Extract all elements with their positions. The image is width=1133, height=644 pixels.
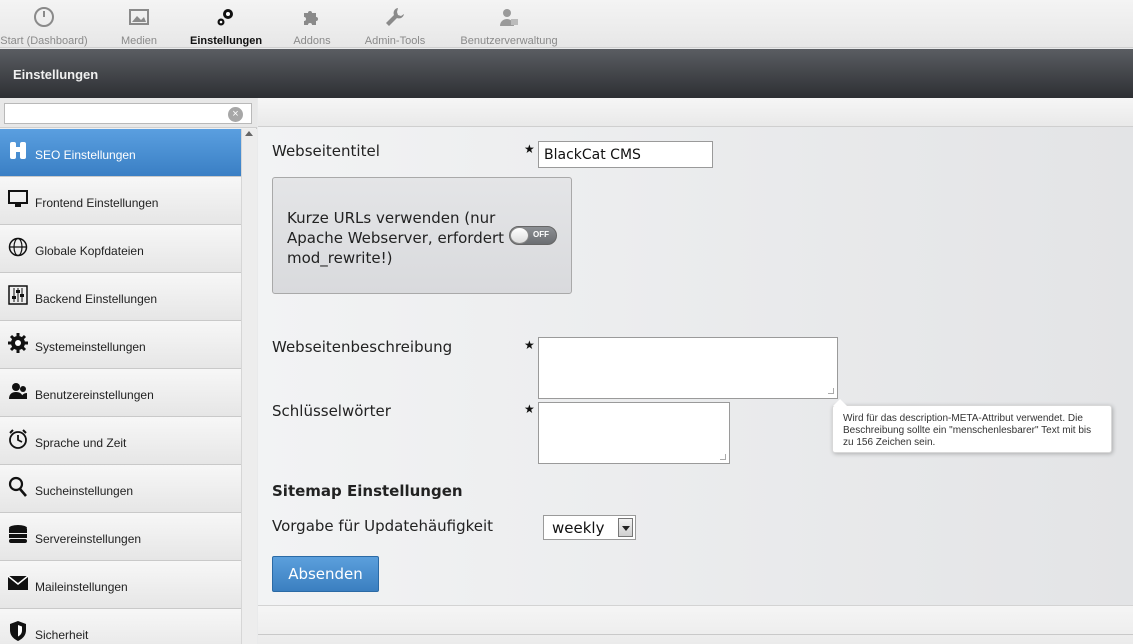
sidebar-menu: SEO Einstellungen Frontend Einstellungen… (0, 129, 241, 644)
sidebar-item-system[interactable]: Systemeinstellungen (0, 321, 241, 369)
mail-icon (7, 575, 29, 590)
top-navigation: Start (Dashboard) Medien Einstellungen A… (0, 0, 1133, 48)
globe-icon (8, 237, 28, 257)
sitemap-section-title: Sitemap Einstellungen (272, 482, 463, 500)
users-icon (500, 9, 518, 26)
sidebar-item-label: Maileinstellungen (35, 580, 128, 594)
nav-settings[interactable]: Einstellungen (190, 0, 262, 48)
users-icon (9, 383, 27, 399)
sidebar-item-label: Systemeinstellungen (35, 340, 146, 354)
chevron-down-icon (622, 526, 630, 531)
short-urls-label: Kurze URLs verwenden (nur Apache Webserv… (287, 209, 505, 267)
nav-admin-tools[interactable]: Admin-Tools (360, 0, 430, 48)
wrench-icon (386, 8, 404, 26)
update-frequency-label: Vorgabe für Updatehäufigkeit (272, 517, 494, 535)
content-footer (258, 605, 1133, 644)
content-toolbar (258, 98, 1133, 127)
select-value: weekly (552, 519, 605, 537)
clock-icon (9, 429, 27, 449)
dashboard-gauge-icon (34, 7, 54, 27)
settings-gears-icon (217, 9, 233, 26)
nav-dashboard[interactable]: Start (Dashboard) (0, 0, 88, 48)
tooltip-arrow (833, 399, 847, 406)
puzzle-icon (304, 11, 318, 25)
nav-addons[interactable]: Addons (282, 0, 342, 48)
short-urls-toggle[interactable]: OFF (509, 226, 557, 245)
settings-sidebar: × SEO Einstellungen Frontend Einstellung… (0, 98, 257, 644)
sidebar-item-global-headers[interactable]: Globale Kopfdateien (0, 225, 241, 273)
database-icon (9, 525, 27, 543)
sidebar-item-search[interactable]: Sucheinstellungen (0, 465, 241, 513)
nav-label: Admin-Tools (364, 35, 426, 47)
sidebar-scrollbar[interactable] (241, 129, 257, 644)
nav-label: Addons (293, 35, 331, 47)
clear-search-icon[interactable]: × (228, 107, 243, 122)
sidebar-item-backend[interactable]: Backend Einstellungen (0, 273, 241, 321)
tooltip-text: Wird für das description-META-Attribut v… (843, 413, 1092, 448)
keywords-textarea[interactable] (538, 402, 730, 464)
sidebar-search: × (0, 98, 257, 128)
website-description-textarea[interactable] (538, 337, 838, 399)
sidebar-item-label: Globale Kopfdateien (35, 244, 144, 258)
submit-button[interactable]: Absenden (272, 556, 379, 592)
sidebar-item-seo[interactable]: SEO Einstellungen (0, 129, 241, 177)
description-tooltip: Wird für das description-META-Attribut v… (832, 399, 1112, 453)
search-icon (8, 476, 27, 497)
nav-user-management[interactable]: Benutzerverwaltung (455, 0, 563, 48)
short-urls-panel: Kurze URLs verwenden (nur Apache Webserv… (272, 177, 572, 294)
search-input[interactable] (4, 103, 252, 124)
page-title: Einstellungen (13, 67, 99, 82)
sidebar-item-label: Servereinstellungen (35, 532, 142, 546)
nav-label: Benutzerverwaltung (460, 35, 558, 47)
dropdown-arrow[interactable] (618, 518, 633, 537)
sidebar-item-label: SEO Einstellungen (35, 148, 136, 162)
required-marker: ★ (524, 402, 535, 416)
website-title-label: Webseitentitel (272, 142, 380, 160)
title-bar: Einstellungen (0, 49, 1133, 98)
sidebar-item-mail[interactable]: Maileinstellungen (0, 561, 241, 609)
media-image-icon (129, 9, 149, 25)
binoculars-icon (10, 142, 26, 159)
nav-label: Start (Dashboard) (0, 35, 88, 47)
monitor-icon (8, 190, 28, 207)
resize-handle-icon[interactable] (828, 388, 834, 394)
nav-media[interactable]: Medien (106, 0, 172, 48)
sidebar-item-label: Backend Einstellungen (35, 292, 158, 306)
sidebar-item-language-time[interactable]: Sprache und Zeit (0, 417, 241, 465)
sidebar-item-label: Sprache und Zeit (35, 436, 127, 450)
resize-handle-icon[interactable] (720, 454, 726, 460)
sliders-icon (8, 285, 28, 305)
sidebar-item-label: Sucheinstellungen (35, 484, 134, 498)
settings-content: Webseitentitel ★ Kurze URLs verwenden (n… (258, 98, 1133, 644)
sidebar-item-security[interactable]: Sicherheit (0, 609, 241, 644)
shield-icon (10, 621, 26, 641)
keywords-label: Schlüsselwörter (272, 402, 391, 420)
website-title-input[interactable] (538, 141, 713, 168)
sidebar-item-label: Benutzereinstellungen (35, 388, 154, 402)
gear-icon (8, 333, 28, 353)
sidebar-item-users[interactable]: Benutzereinstellungen (0, 369, 241, 417)
website-description-label: Webseitenbeschreibung (272, 338, 453, 356)
scroll-up-arrow-icon[interactable] (245, 131, 253, 136)
sidebar-item-label: Frontend Einstellungen (35, 196, 159, 210)
update-frequency-select[interactable]: weekly (543, 515, 636, 540)
required-marker: ★ (524, 142, 535, 156)
toggle-knob (510, 227, 529, 244)
sidebar-item-label: Sicherheit (35, 628, 89, 642)
nav-label: Medien (120, 35, 158, 47)
nav-label: Einstellungen (190, 35, 263, 47)
sidebar-item-frontend[interactable]: Frontend Einstellungen (0, 177, 241, 225)
required-marker: ★ (524, 338, 535, 352)
sidebar-item-server[interactable]: Servereinstellungen (0, 513, 241, 561)
toggle-state: OFF (533, 230, 549, 239)
footer-divider (258, 634, 1133, 635)
